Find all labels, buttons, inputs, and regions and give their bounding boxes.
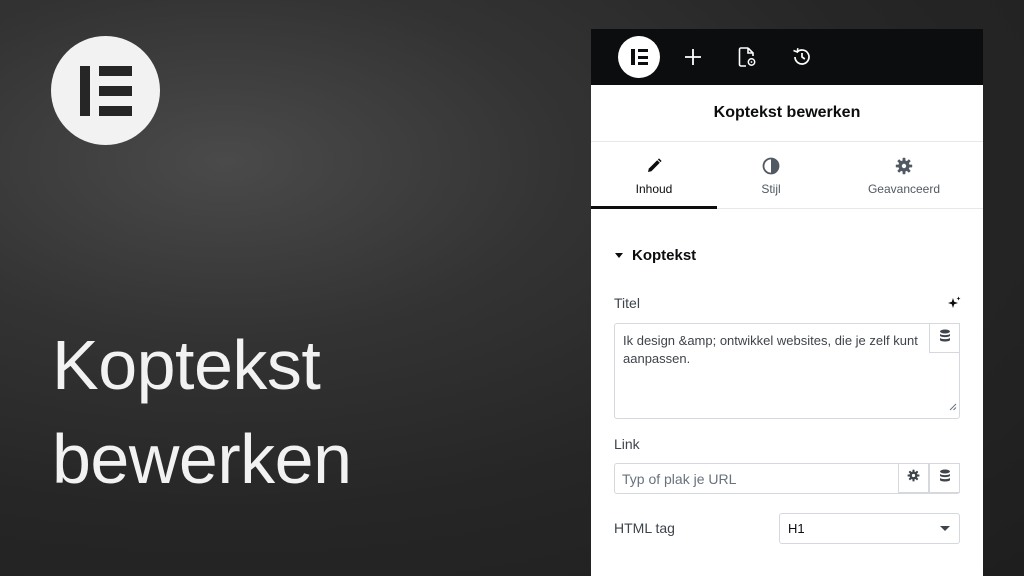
- hero-title-line-2: bewerken: [52, 420, 352, 498]
- logo-bar-vertical: [80, 66, 90, 116]
- section-toggle-koptekst[interactable]: Koptekst: [615, 247, 696, 264]
- pencil-icon: [645, 156, 663, 176]
- e-bar-top: [638, 49, 648, 52]
- elementor-logo: [51, 36, 160, 145]
- editor-panel: Koptekst bewerken Inhoud Stijl Geavancee…: [591, 29, 983, 576]
- titel-textarea[interactable]: Ik design &amp; ontwikkel websites, die …: [614, 323, 960, 419]
- link-field: [614, 463, 960, 494]
- page-settings-icon[interactable]: [733, 43, 761, 71]
- database-icon: [939, 469, 951, 488]
- hero-title: Koptekst bewerken: [52, 318, 572, 506]
- tab-inhoud-label: Inhoud: [635, 182, 673, 196]
- tab-geavanceerd-label: Geavanceerd: [867, 182, 941, 196]
- dynamic-tags-button-titel[interactable]: [929, 323, 960, 353]
- logo-bar-bottom: [99, 106, 132, 116]
- history-icon[interactable]: [788, 43, 816, 71]
- tab-geavanceerd[interactable]: Geavanceerd: [825, 142, 983, 208]
- hero-title-line-1: Koptekst: [52, 326, 321, 404]
- link-input[interactable]: [615, 464, 895, 493]
- titel-label: Titel: [614, 295, 640, 311]
- tab-inhoud[interactable]: Inhoud: [591, 142, 717, 209]
- tab-stijl[interactable]: Stijl: [717, 142, 825, 208]
- caret-down-icon: [615, 253, 623, 258]
- e-bar-middle: [638, 55, 648, 59]
- link-options-button[interactable]: [898, 463, 929, 493]
- e-bar-vertical: [631, 49, 635, 65]
- half-circle-icon: [762, 156, 780, 176]
- titel-textarea-value[interactable]: Ik design &amp; ontwikkel websites, die …: [623, 332, 929, 412]
- dynamic-tags-button-link[interactable]: [929, 463, 960, 493]
- e-bar-bottom: [638, 62, 648, 65]
- chevron-down-icon: [940, 526, 950, 531]
- logo-bar-top: [99, 66, 132, 76]
- section-title: Koptekst: [632, 247, 697, 264]
- link-label: Link: [614, 436, 640, 452]
- logo-bar-middle: [99, 86, 132, 96]
- resize-grip-icon[interactable]: [949, 398, 957, 416]
- html-tag-value: H1: [788, 521, 805, 536]
- html-tag-select[interactable]: H1: [779, 513, 960, 544]
- html-tag-label: HTML tag: [614, 520, 675, 536]
- database-icon: [939, 329, 951, 348]
- plus-icon[interactable]: [679, 43, 707, 71]
- ai-sparkle-icon[interactable]: [947, 296, 961, 315]
- gear-icon: [907, 469, 920, 487]
- editor-topbar: [591, 29, 983, 85]
- tab-stijl-label: Stijl: [761, 182, 781, 196]
- panel-header-title: Koptekst bewerken: [591, 85, 983, 142]
- gear-icon: [895, 156, 913, 176]
- panel-tabs: Inhoud Stijl Geavanceerd: [591, 142, 983, 209]
- elementor-logo-icon[interactable]: [618, 36, 660, 78]
